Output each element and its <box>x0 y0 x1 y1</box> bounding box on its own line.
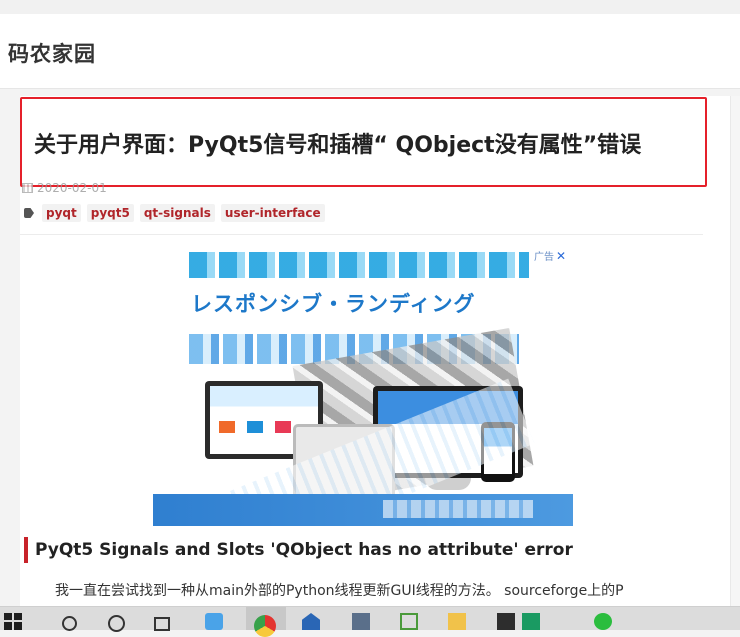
post-date-text: 2020-02-01 <box>37 181 107 195</box>
green-app-icon[interactable] <box>400 613 418 630</box>
divider <box>20 234 703 235</box>
chrome-icon[interactable] <box>254 615 276 637</box>
tag-pyqt[interactable]: pyqt <box>42 204 81 222</box>
ad-headline: レスポンシブ・ランディング <box>191 292 476 316</box>
close-icon[interactable]: ✕ <box>556 249 566 263</box>
calendar-icon <box>22 183 33 193</box>
site-header: 码农家园 <box>0 14 740 89</box>
scrollbar[interactable] <box>730 96 740 606</box>
post-title: 关于用户界面：PyQt5信号和插槽“ QObject没有属性”错误 <box>34 133 642 158</box>
post-date: 2020-02-01 <box>22 181 107 195</box>
cortana-icon[interactable] <box>108 615 125 632</box>
tag-qt-signals[interactable]: qt-signals <box>139 204 215 222</box>
ad-blurred-text <box>189 252 529 278</box>
taskbar <box>0 606 740 637</box>
tag-icon <box>24 208 34 218</box>
tag-pyqt5[interactable]: pyqt5 <box>86 204 134 222</box>
browser-top-strip <box>0 0 740 14</box>
mail-icon[interactable] <box>302 613 320 630</box>
terminal-icon[interactable] <box>497 613 515 630</box>
app-icon[interactable] <box>205 613 223 630</box>
ad-label[interactable]: 广告 ✕ <box>534 248 566 264</box>
windows-start-icon[interactable] <box>4 613 22 630</box>
folder-icon[interactable] <box>448 613 466 630</box>
ad-label-text: 广告 <box>534 252 554 263</box>
ad-banner[interactable]: レスポンシブ・ランディング <box>153 246 573 526</box>
wechat-icon[interactable] <box>594 613 612 630</box>
site-title[interactable]: 码农家园 <box>8 38 96 68</box>
article-content: 关于用户界面：PyQt5信号和插槽“ QObject没有属性”错误 2020-0… <box>20 96 730 606</box>
title-highlight-box: 关于用户界面：PyQt5信号和插槽“ QObject没有属性”错误 <box>20 97 707 187</box>
tag-list: pyqt pyqt5 qt-signals user-interface <box>24 204 325 222</box>
calculator-icon[interactable] <box>352 613 370 630</box>
ad-blurred-text <box>383 500 533 518</box>
ad-footer <box>153 494 573 526</box>
section-heading: PyQt5 Signals and Slots 'QObject has no … <box>24 537 573 563</box>
tag-user-interface[interactable]: user-interface <box>220 204 325 222</box>
pycharm-icon[interactable] <box>522 613 540 630</box>
article-paragraph: 我一直在尝试找到一种从main外部的Python线程更新GUI线程的方法。 so… <box>55 583 624 599</box>
